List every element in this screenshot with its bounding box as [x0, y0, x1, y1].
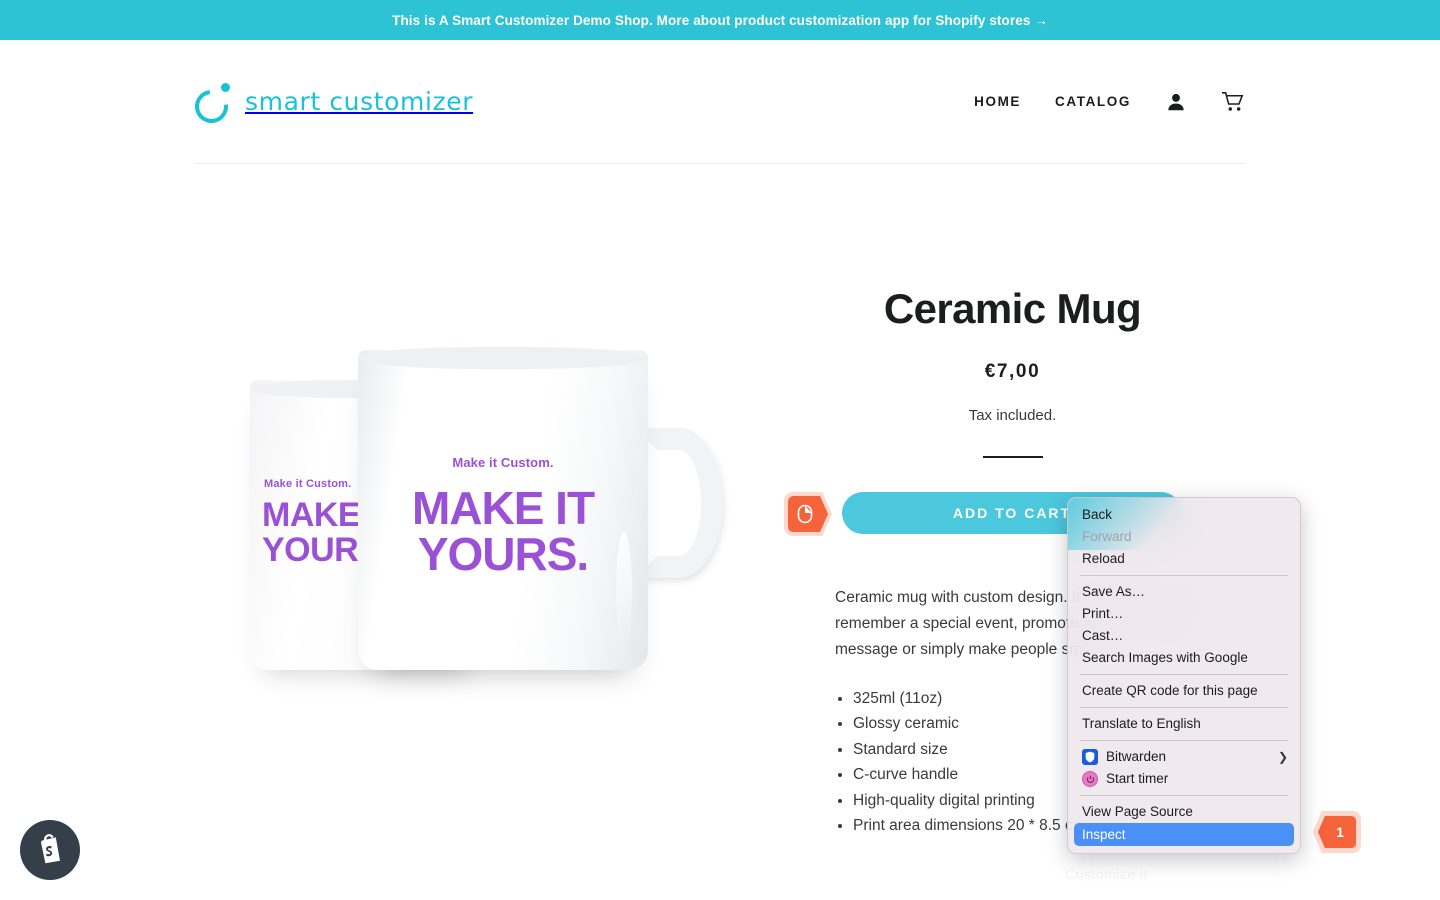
shopify-bag-icon	[35, 832, 65, 869]
timer-power-icon	[1082, 771, 1098, 787]
menu-item-create-qr-code[interactable]: Create QR code for this page	[1068, 680, 1300, 702]
menu-item-print[interactable]: Print…	[1068, 603, 1300, 625]
mug-headline-line2: YOURS.	[417, 528, 589, 580]
menu-separator	[1080, 740, 1288, 741]
header-inner: smart customizer HOME CATALOG	[188, 40, 1245, 164]
mug-handle	[635, 428, 723, 578]
menu-item-search-images-with-google[interactable]: Search Images with Google	[1068, 647, 1300, 669]
menu-item-start-timer[interactable]: Start timer	[1068, 768, 1300, 790]
menu-separator	[1080, 707, 1288, 708]
mug-gloss-highlight	[616, 532, 632, 652]
mug-subtitle: Make it Custom.	[452, 455, 554, 470]
menu-item-view-page-source[interactable]: View Page Source	[1068, 801, 1300, 823]
product-info: Ceramic Mug €7,00 Tax included.	[790, 285, 1235, 459]
menu-separator	[1080, 575, 1288, 576]
menu-item-back[interactable]: Back	[1068, 504, 1300, 526]
bitwarden-shield-icon	[1082, 749, 1098, 765]
menu-item-label: Bitwarden	[1106, 749, 1167, 764]
ring-dot-logo-icon	[188, 79, 235, 130]
page-title: Ceramic Mug	[883, 285, 1142, 332]
product-image[interactable]: Make it Custom. MAKE IT YOURS. Make it Cu…	[230, 340, 800, 720]
announcement-text: This is A Smart Customizer Demo Shop. Mo…	[392, 12, 1048, 28]
primary-nav: HOME CATALOG	[974, 91, 1245, 113]
context-menu: Back Forward Reload Save As… Print… Cast…	[1067, 497, 1301, 854]
product-footer-note: Customize it	[1065, 866, 1149, 882]
mug-headline-line1: MAKE IT	[411, 482, 595, 534]
announcement-bar[interactable]: This is A Smart Customizer Demo Shop. Mo…	[0, 0, 1440, 40]
divider	[982, 456, 1043, 459]
nav-item-home[interactable]: HOME	[974, 94, 1021, 109]
menu-item-label: Start timer	[1106, 771, 1169, 786]
menu-item-inspect[interactable]: Inspect	[1074, 823, 1294, 846]
product-price: €7,00	[984, 361, 1041, 383]
step-badge: 1	[1318, 816, 1356, 848]
shopify-chat-button[interactable]	[20, 820, 80, 880]
chevron-right-icon: ❯	[1277, 750, 1288, 764]
user-account-icon[interactable]	[1165, 91, 1187, 113]
menu-item-translate-to-english[interactable]: Translate to English	[1068, 713, 1300, 735]
mug-back-subtitle: Make it Custom.	[264, 478, 352, 490]
menu-separator	[1080, 795, 1288, 796]
menu-item-bitwarden[interactable]: Bitwarden ❯	[1068, 746, 1300, 768]
menu-item-cast[interactable]: Cast…	[1068, 625, 1300, 647]
mug-headline: MAKE IT YOURS.	[358, 485, 648, 577]
site-header: smart customizer HOME CATALOG	[0, 40, 1440, 165]
mug-primary: Make it Custom. MAKE IT YOURS.	[358, 347, 648, 670]
site-logo[interactable]: smart customizer	[188, 79, 474, 130]
right-click-mouse-icon	[788, 496, 828, 532]
nav-item-catalog[interactable]: CATALOG	[1055, 94, 1131, 109]
page-root: This is A Smart Customizer Demo Shop. Mo…	[0, 0, 1440, 900]
menu-item-forward: Forward	[1082, 529, 1132, 544]
shopping-cart-icon[interactable]	[1221, 91, 1245, 113]
menu-separator	[1080, 674, 1288, 675]
tax-note: Tax included.	[968, 407, 1057, 425]
menu-item-reload[interactable]: Reload	[1068, 548, 1300, 570]
menu-item-save-as[interactable]: Save As…	[1068, 581, 1300, 603]
logo-text: smart customizer	[245, 87, 474, 116]
